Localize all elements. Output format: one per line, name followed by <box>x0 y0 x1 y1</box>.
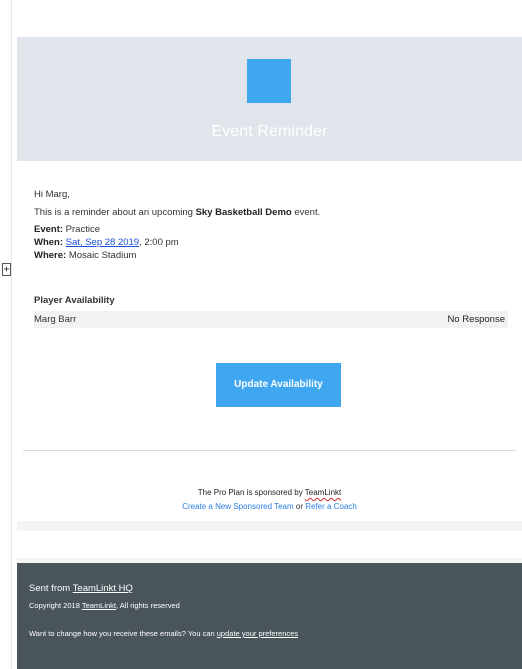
pre-footer-band <box>17 531 522 558</box>
top-spacer <box>17 0 522 37</box>
pref-text: Want to change how you receive these ema… <box>29 629 217 638</box>
copyright-prefix: Copyright 2018 <box>29 601 82 610</box>
copyright-suffix: , All rights reserved <box>116 601 180 610</box>
section-gap <box>17 521 522 531</box>
page: + Event Reminder Hi Marg, This is a remi… <box>0 0 522 669</box>
copyright-brand-link[interactable]: TeamLinkt <box>82 601 116 610</box>
event-details: Event: Practice When: Sat, Sep 28 2019, … <box>34 223 179 262</box>
availability-row: Marg Barr No Response <box>34 311 508 328</box>
where-value: Mosaic Stadium <box>66 250 137 261</box>
refer-coach-link[interactable]: Refer a Coach <box>305 502 357 511</box>
footer-preferences: Want to change how you receive these ema… <box>29 629 298 638</box>
email-container: Event Reminder Hi Marg, This is a remind… <box>17 0 522 669</box>
footer-sent-from: Sent from TeamLinkt HQ <box>29 583 133 594</box>
update-preferences-link[interactable]: update your preferences <box>217 629 298 638</box>
email-footer: Sent from TeamLinkt HQ Copyright 2018 Te… <box>17 563 522 669</box>
player-name: Marg Barr <box>34 314 77 325</box>
when-label: When: <box>34 237 64 248</box>
sponsor-or: or <box>293 502 306 511</box>
expand-toggle-icon[interactable]: + <box>2 263 11 276</box>
email-hero: Event Reminder <box>17 37 522 161</box>
availability-heading: Player Availability <box>34 295 115 306</box>
event-time: , 2:00 pm <box>139 237 179 248</box>
greeting: Hi Marg, <box>34 189 70 200</box>
team-name: Sky Basketball Demo <box>195 207 292 218</box>
team-logo-icon <box>247 59 291 103</box>
sponsor-brand: TeamLinkt <box>304 488 342 497</box>
left-divider <box>11 0 12 669</box>
intro-text: This is a reminder about an upcoming Sky… <box>34 207 320 218</box>
sponsor-text: The Pro Plan is sponsored by TeamLinkt <box>17 488 522 497</box>
sponsor-prefix: The Pro Plan is sponsored by <box>197 488 305 497</box>
event-line: Event: Practice <box>34 223 179 236</box>
event-value: Practice <box>63 224 101 235</box>
sent-prefix: Sent from <box>29 583 73 594</box>
teamlinkt-hq-link[interactable]: TeamLinkt HQ <box>73 583 133 594</box>
availability-status: No Response <box>447 314 505 325</box>
sponsor-links: Create a New Sponsored Team or Refer a C… <box>17 502 522 511</box>
where-label: Where: <box>34 250 67 261</box>
email-content: Hi Marg, This is a reminder about an upc… <box>17 161 522 521</box>
when-line: When: Sat, Sep 28 2019, 2:00 pm <box>34 236 179 249</box>
hero-title: Event Reminder <box>211 123 328 140</box>
footer-copyright: Copyright 2018 TeamLinkt, All rights res… <box>29 601 180 610</box>
content-divider <box>23 450 516 451</box>
create-sponsored-team-link[interactable]: Create a New Sponsored Team <box>182 502 293 511</box>
update-availability-button[interactable]: Update Availability <box>216 363 341 407</box>
where-line: Where: Mosaic Stadium <box>34 249 179 262</box>
intro-prefix: This is a reminder about an upcoming <box>34 207 196 218</box>
event-date-link[interactable]: Sat, Sep 28 2019 <box>66 237 139 248</box>
intro-suffix: event. <box>291 207 321 218</box>
event-label: Event: <box>34 224 64 235</box>
